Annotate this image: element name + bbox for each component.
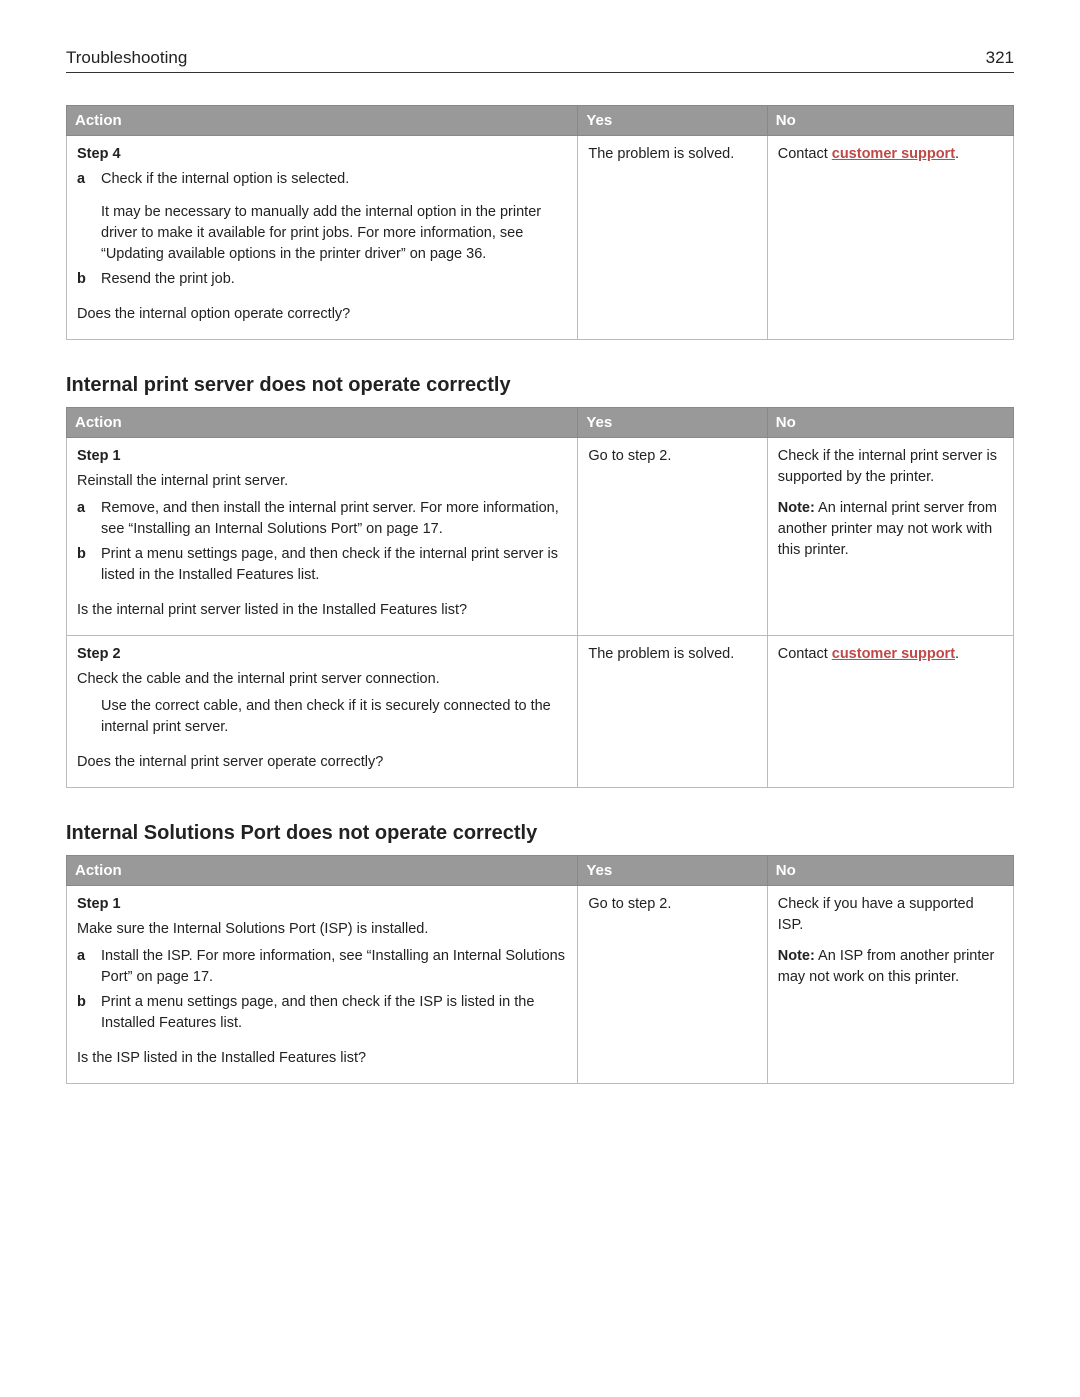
col-no: No [767, 856, 1013, 886]
troubleshoot-table-1: Action Yes No Step 4 a Check if the inte… [66, 105, 1014, 340]
customer-support-link[interactable]: customer support [832, 646, 955, 662]
step4-item-a-note: It may be necessary to manually add the … [101, 202, 567, 265]
troubleshoot-table-2: Action Yes No Step 1 Reinstall the inter… [66, 407, 1014, 788]
table1-step4-action: Step 4 a Check if the internal option is… [67, 136, 578, 340]
note-label: Note: [778, 948, 815, 964]
step2-body: Use the correct cable, and then check if… [101, 696, 567, 738]
troubleshoot-table-3: Action Yes No Step 1 Make sure the Inter… [66, 855, 1014, 1084]
col-action: Action [67, 106, 578, 136]
step1-item-b: b Print a menu settings page, and then c… [77, 544, 567, 586]
step4-item-b: b Resend the print job. [77, 269, 567, 290]
table3-step1-no: Check if you have a supported ISP. Note:… [767, 886, 1013, 1084]
col-action: Action [67, 408, 578, 438]
section3-heading: Internal Solutions Port does not operate… [66, 822, 1014, 845]
col-yes: Yes [578, 106, 767, 136]
table2-step2-no: Contact customer support. [767, 636, 1013, 788]
step2-question: Does the internal print server operate c… [77, 752, 567, 773]
col-no: No [767, 408, 1013, 438]
col-yes: Yes [578, 408, 767, 438]
col-no: No [767, 106, 1013, 136]
table3-step1-yes: Go to step 2. [578, 886, 767, 1084]
step-title: Step 1 [77, 446, 567, 467]
step1-intro: Make sure the Internal Solutions Port (I… [77, 919, 567, 940]
customer-support-link[interactable]: customer support [832, 146, 955, 162]
table2-step1-row: Step 1 Reinstall the internal print serv… [67, 438, 1014, 636]
table3-step1-action: Step 1 Make sure the Internal Solutions … [67, 886, 578, 1084]
section2-heading: Internal print server does not operate c… [66, 374, 1014, 397]
col-yes: Yes [578, 856, 767, 886]
step-title: Step 4 [77, 144, 567, 165]
page-header: Troubleshooting 321 [66, 48, 1014, 73]
table2-step1-action: Step 1 Reinstall the internal print serv… [67, 438, 578, 636]
table2-step1-no: Check if the internal print server is su… [767, 438, 1013, 636]
step1-question: Is the ISP listed in the Installed Featu… [77, 1048, 567, 1069]
note-label: Note: [778, 500, 815, 516]
table1-step4-yes: The problem is solved. [578, 136, 767, 340]
table2-step2-yes: The problem is solved. [578, 636, 767, 788]
table3-step1-row: Step 1 Make sure the Internal Solutions … [67, 886, 1014, 1084]
table2-step1-yes: Go to step 2. [578, 438, 767, 636]
header-title: Troubleshooting [66, 48, 187, 68]
step2-intro: Check the cable and the internal print s… [77, 669, 567, 690]
step1-item-a: a Remove, and then install the internal … [77, 498, 567, 540]
page-number: 321 [986, 48, 1014, 68]
step1-item-a: a Install the ISP. For more information,… [77, 946, 567, 988]
step-title: Step 2 [77, 644, 567, 665]
table1-step4-no: Contact customer support. [767, 136, 1013, 340]
table2-step2-action: Step 2 Check the cable and the internal … [67, 636, 578, 788]
table1-step4-row: Step 4 a Check if the internal option is… [67, 136, 1014, 340]
step-title: Step 1 [77, 894, 567, 915]
table2-step2-row: Step 2 Check the cable and the internal … [67, 636, 1014, 788]
step1-item-b: b Print a menu settings page, and then c… [77, 992, 567, 1034]
step1-intro: Reinstall the internal print server. [77, 471, 567, 492]
step4-item-a: a Check if the internal option is select… [77, 169, 567, 190]
col-action: Action [67, 856, 578, 886]
step4-question: Does the internal option operate correct… [77, 304, 567, 325]
step1-question: Is the internal print server listed in t… [77, 600, 567, 621]
